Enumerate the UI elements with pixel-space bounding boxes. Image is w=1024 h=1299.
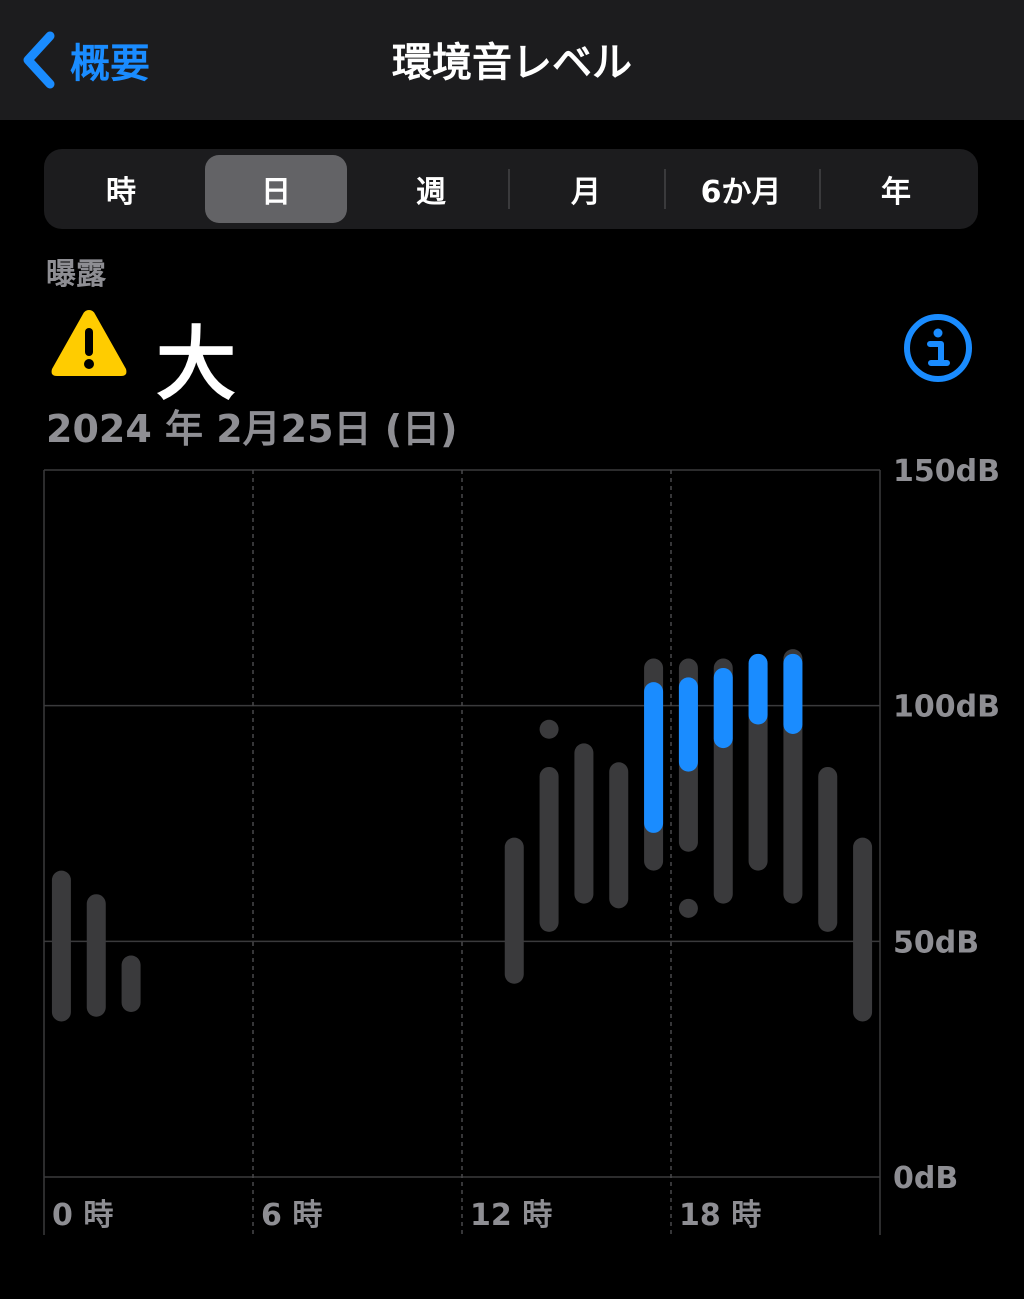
y-tick-label: 100dB [893, 690, 1000, 725]
segment-hour[interactable]: 時 [50, 155, 192, 223]
y-tick-label: 150dB [893, 454, 1000, 489]
range-bar [539, 766, 559, 932]
segment-year[interactable]: 年 [825, 155, 967, 223]
x-tick-label: 6 時 [261, 1198, 322, 1233]
time-range-segmented-control: 時 日 週 月 6か月 年 [44, 149, 978, 229]
segment-divider [508, 169, 510, 209]
range-bar [678, 898, 698, 918]
highlight-bar [678, 677, 698, 772]
highlight-bar [748, 653, 768, 725]
highlight-bar [713, 667, 733, 749]
x-tick-label: 12 時 [470, 1198, 552, 1233]
segment-divider [664, 169, 666, 209]
range-bar [818, 766, 838, 932]
x-tick-label: 0 時 [52, 1198, 113, 1233]
range-bar [86, 894, 106, 1017]
range-bar [539, 719, 559, 739]
segment-day[interactable]: 日 [205, 155, 347, 223]
segment-month[interactable]: 月 [515, 155, 657, 223]
segment-6-months[interactable]: 6か月 [670, 155, 812, 223]
highlight-bar [783, 653, 803, 734]
range-bar [504, 837, 524, 984]
range-bar [853, 837, 873, 1022]
range-bar [574, 743, 594, 904]
range-bar [121, 955, 141, 1013]
y-tick-label: 0dB [893, 1161, 958, 1196]
segment-divider [819, 169, 821, 209]
segment-week[interactable]: 週 [360, 155, 502, 223]
highlight-bar [644, 682, 664, 833]
x-tick-label: 18 時 [679, 1198, 761, 1233]
info-circle-icon[interactable] [902, 312, 974, 384]
warning-triangle-icon [51, 310, 127, 376]
exposure-label: 曝露 [46, 257, 106, 292]
page-title: 環境音レベル [392, 40, 632, 86]
navigation-bar: 概要 環境音レベル [0, 0, 1024, 120]
range-bar [609, 762, 629, 909]
sound-level-chart: 150dB 100dB 50dB 0dB 0 時 6 時 12 時 18 時 [43, 454, 1000, 1235]
y-tick-label: 50dB [893, 925, 979, 960]
range-bar [51, 870, 71, 1022]
